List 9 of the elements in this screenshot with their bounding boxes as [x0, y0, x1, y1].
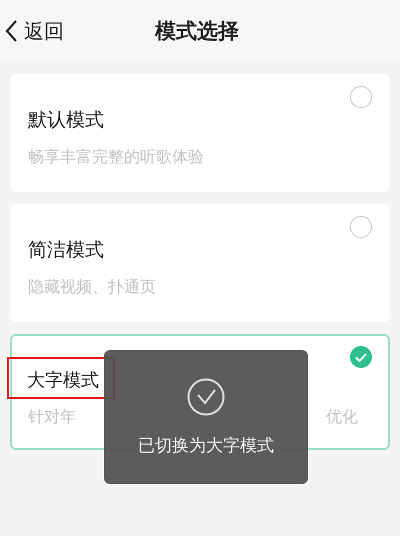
- mode-name: 简洁模式: [28, 238, 104, 263]
- mode-name: 默认模式: [28, 108, 104, 133]
- mode-description: 畅享丰富完整的听歌体验: [28, 147, 205, 168]
- page-title: 模式选择: [155, 19, 239, 43]
- mode-description: 针对年: [28, 407, 76, 428]
- mode-name: 大字模式: [27, 369, 99, 392]
- toast-message: 已切换为大字模式: [138, 434, 274, 456]
- mode-description: 隐藏视频、扑通页: [28, 277, 157, 298]
- mode-description: 优化: [326, 407, 358, 428]
